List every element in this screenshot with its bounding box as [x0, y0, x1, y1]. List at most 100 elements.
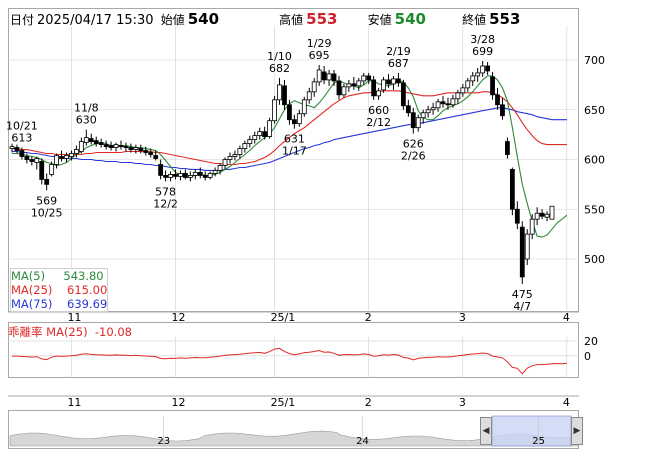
candle-body	[341, 86, 347, 96]
candle-body	[450, 98, 456, 106]
candle-body	[108, 145, 114, 148]
candle	[341, 83, 347, 98]
x-tick-label-lower: 12	[171, 396, 185, 409]
x-tick-label-lower: 3	[459, 396, 466, 409]
candle	[262, 126, 268, 140]
navigator-left-handle[interactable]: ◀	[480, 417, 492, 445]
candle	[376, 87, 382, 100]
candle-body	[435, 101, 441, 109]
candle-body	[405, 105, 411, 114]
x-tick-label: 25/1	[271, 311, 296, 324]
candle-body	[24, 156, 30, 160]
candle-body	[34, 158, 40, 163]
candle-body	[371, 79, 377, 97]
candle-body	[336, 80, 342, 96]
candle-body	[470, 75, 476, 82]
candle-body	[440, 101, 446, 105]
annotation-price: 682	[269, 62, 290, 75]
candle	[267, 117, 273, 139]
candle	[391, 75, 396, 90]
candle-body	[83, 137, 89, 143]
candle	[103, 140, 109, 150]
candle	[93, 136, 99, 147]
candle-body	[391, 78, 396, 85]
candle-body	[277, 84, 282, 101]
candle-body	[396, 78, 401, 84]
candle	[316, 64, 322, 86]
candle-body	[54, 155, 59, 165]
candle	[396, 72, 401, 87]
ma25-legend-value: 615.00	[67, 283, 108, 297]
candle	[242, 140, 248, 153]
candle-body	[19, 150, 25, 157]
candle-body	[534, 212, 540, 220]
candle-body	[123, 146, 129, 148]
candle	[534, 207, 540, 226]
candle	[78, 137, 84, 154]
ma-legend: MA(5) 543.80 MA(25) 615.00 MA(75) 639.69	[10, 268, 108, 312]
candle-body	[291, 119, 297, 125]
candle-body	[148, 152, 154, 155]
candle	[445, 97, 451, 110]
candle-body	[59, 156, 64, 159]
candle	[420, 109, 426, 124]
annotation-date: 1/17	[282, 145, 307, 158]
candle-body	[455, 92, 461, 100]
candle-body	[524, 233, 530, 260]
candle	[178, 170, 183, 181]
candle-body	[93, 140, 99, 144]
candle-body	[361, 75, 367, 82]
candle-body	[460, 87, 466, 94]
candle-body	[321, 71, 327, 81]
candle-body	[182, 173, 188, 178]
annotation-date: 12/2	[153, 197, 178, 210]
candle	[410, 107, 416, 134]
navigator-right-handle[interactable]: ▶	[571, 417, 583, 445]
annotation-price: 699	[472, 45, 493, 58]
candle	[277, 77, 282, 105]
candle-body	[197, 172, 203, 176]
candle	[257, 127, 263, 140]
candle	[306, 87, 312, 104]
ma5-legend-value: 543.80	[63, 269, 104, 283]
deviation-legend: 乖離率 MA(25) -10.08	[8, 324, 132, 340]
candle-body	[69, 153, 74, 157]
candle-body	[465, 80, 471, 89]
candle-body	[331, 73, 337, 82]
candle	[500, 97, 505, 120]
candle-body	[128, 147, 134, 150]
candle-body	[509, 169, 515, 210]
x-tick-label-lower: 25/1	[271, 396, 296, 409]
x-tick-label-lower: 4	[563, 396, 570, 409]
candle-body	[78, 141, 84, 152]
candle-body	[257, 131, 263, 137]
candle	[227, 152, 233, 164]
candle-body	[187, 175, 193, 178]
candle-body	[64, 155, 69, 159]
candle-body	[267, 120, 273, 138]
candle	[158, 159, 164, 180]
candle	[98, 138, 104, 148]
candle	[455, 89, 461, 104]
candle-body	[445, 103, 451, 106]
candle	[465, 77, 471, 92]
candle-body	[400, 82, 406, 107]
x-tick-label-lower: 11	[67, 396, 81, 409]
ma5-legend-entry: MA(5) 543.80	[11, 269, 107, 283]
candle	[485, 61, 490, 75]
candle-body	[207, 173, 213, 178]
candle-body	[549, 205, 555, 220]
price-tick-label: 500	[584, 253, 605, 266]
candle	[356, 77, 362, 91]
candle-body	[490, 76, 495, 96]
candle	[44, 173, 50, 191]
candle-body	[296, 113, 302, 125]
candle	[138, 144, 144, 154]
candle	[182, 169, 188, 180]
candle-body	[485, 65, 490, 72]
candle-body	[356, 80, 362, 87]
candle	[475, 67, 481, 82]
candle	[282, 79, 287, 110]
candle	[430, 102, 436, 115]
candle-body	[153, 155, 159, 159]
